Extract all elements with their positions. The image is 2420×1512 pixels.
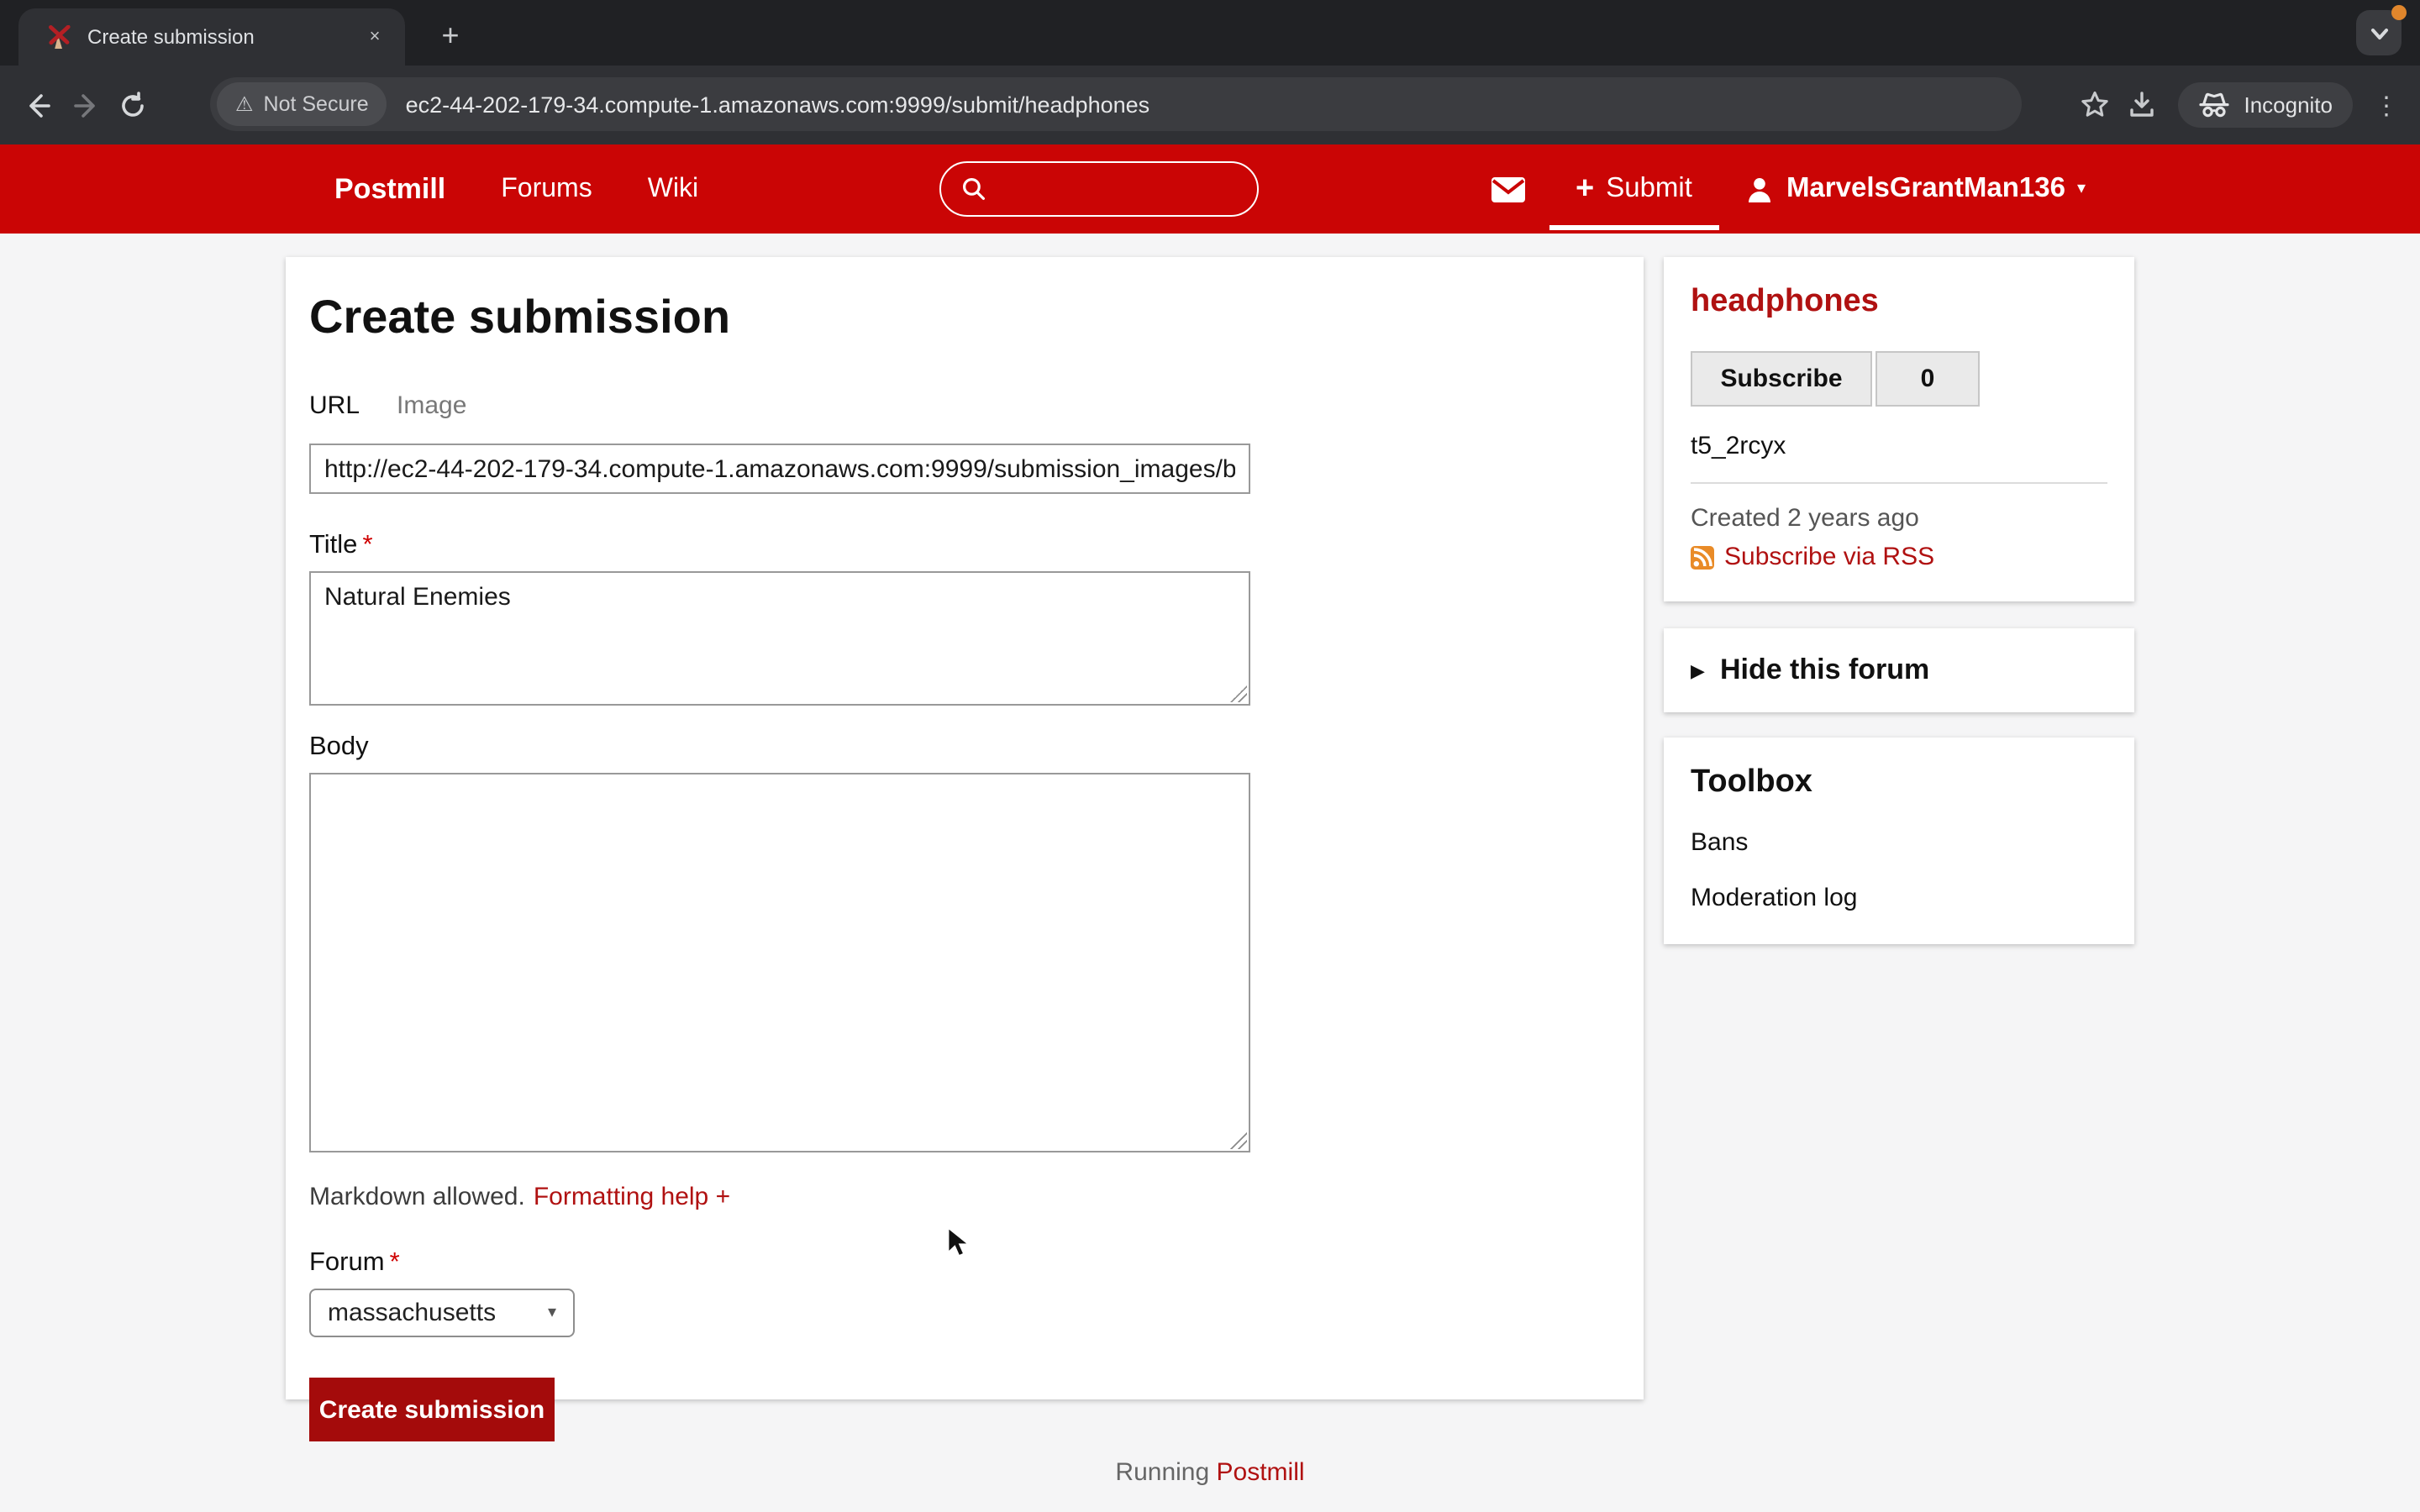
subscribe-button[interactable]: Subscribe: [1691, 351, 1872, 407]
rss-subscribe-link[interactable]: Subscribe via RSS: [1724, 543, 1934, 571]
subscribe-row: Subscribe 0: [1691, 351, 2107, 407]
plus-icon: +: [1576, 173, 1594, 205]
person-icon: [1746, 176, 1773, 202]
forum-id: t5_2rcyx: [1691, 432, 2107, 460]
incognito-icon: [2198, 92, 2230, 118]
page-content: Create submission URL Image Title* Natur…: [0, 234, 2420, 1512]
forum-created-text: Created 2 years ago: [1691, 504, 2107, 533]
nav-link-forums[interactable]: Forums: [501, 174, 592, 204]
active-tab-underline: [1549, 225, 1719, 230]
body-label: Body: [309, 732, 1620, 763]
search-input[interactable]: [997, 174, 1239, 204]
forum-info-card: headphones Subscribe 0 t5_2rcyx Created …: [1664, 257, 2134, 601]
site-navbar: Postmill Forums Wiki + Submit: [0, 144, 2420, 234]
toolbox-card: Toolbox Bans Moderation log: [1664, 738, 2134, 944]
tab-search-button[interactable]: [2356, 10, 2402, 55]
bookmark-star-icon[interactable]: [2070, 81, 2118, 129]
messages-envelope-icon[interactable]: [1490, 176, 1525, 202]
nav-submit[interactable]: + Submit: [1549, 144, 1719, 234]
footer-prefix: Running: [1115, 1458, 1209, 1487]
incognito-label: Incognito: [2244, 92, 2333, 118]
title-label: Title*: [309, 531, 1620, 561]
rss-icon: [1691, 545, 1714, 569]
nav-link-wiki[interactable]: Wiki: [648, 174, 698, 204]
notification-dot: [2391, 5, 2407, 20]
tab-title: Create submission: [87, 25, 361, 49]
download-icon[interactable]: [2118, 81, 2165, 129]
postmill-windmill-favicon-icon: [47, 24, 72, 50]
tab-close-icon[interactable]: ×: [361, 24, 388, 50]
create-submission-button[interactable]: Create submission: [309, 1378, 555, 1441]
forward-icon[interactable]: [62, 81, 109, 129]
tab-url[interactable]: URL: [309, 391, 360, 420]
url-text[interactable]: ec2-44-202-179-34.compute-1.amazonaws.co…: [406, 92, 1150, 117]
formatting-help-link[interactable]: Formatting help +: [534, 1183, 730, 1211]
forum-name-link[interactable]: headphones: [1691, 284, 2107, 321]
divider: [1691, 482, 2107, 484]
title-field-wrap: Natural Enemies: [309, 571, 1250, 706]
chevron-down-icon: [2365, 19, 2392, 46]
reload-icon[interactable]: [109, 81, 156, 129]
browser-toolbar: ⚠ Not Secure ec2-44-202-179-34.compute-1…: [0, 66, 2420, 144]
body-field-wrap: [309, 773, 1250, 1152]
caret-down-icon: ▾: [2077, 180, 2086, 198]
toolbox-item-bans[interactable]: Bans: [1691, 828, 2107, 857]
footer-postmill-link[interactable]: Postmill: [1217, 1458, 1305, 1487]
disclosure-triangle-icon: ▶: [1691, 659, 1705, 681]
subscriber-count: 0: [1876, 351, 1980, 407]
media-type-tabs: URL Image: [309, 391, 1620, 420]
security-label: Not Secure: [264, 92, 369, 116]
toolbox-item-moderation-log[interactable]: Moderation log: [1691, 884, 2107, 912]
url-bar[interactable]: ⚠ Not Secure ec2-44-202-179-34.compute-1…: [210, 77, 2022, 131]
brand-link[interactable]: Postmill: [334, 172, 445, 206]
page-title: Create submission: [309, 291, 1620, 344]
browser-tab-strip: Create submission × +: [0, 0, 2420, 66]
mouse-cursor: [946, 1226, 971, 1268]
resize-handle-icon[interactable]: [1230, 685, 1247, 702]
security-chip[interactable]: ⚠ Not Secure: [217, 82, 387, 126]
required-asterisk: *: [362, 531, 372, 559]
new-tab-icon[interactable]: +: [429, 13, 472, 57]
footer: Running Postmill: [0, 1458, 2420, 1487]
browser-menu-icon[interactable]: ⋮: [2366, 90, 2407, 120]
required-asterisk: *: [390, 1248, 400, 1277]
title-textarea[interactable]: Natural Enemies: [309, 571, 1250, 706]
toolbox-title: Toolbox: [1691, 764, 2107, 801]
screen: Create submission × + ⚠ Not Secure ec2-4…: [0, 0, 2420, 1512]
submit-label: Submit: [1606, 173, 1692, 205]
warning-icon: ⚠: [235, 92, 254, 116]
forum-select-value: massachusetts: [328, 1299, 548, 1327]
url-input[interactable]: [309, 444, 1250, 494]
body-textarea[interactable]: [309, 773, 1250, 1152]
incognito-badge: Incognito: [2178, 82, 2353, 128]
username: MarvelsGrantMan136: [1786, 173, 2065, 205]
navbar-right: + Submit MarvelsGrantMan136 ▾: [1490, 144, 2086, 234]
user-menu[interactable]: MarvelsGrantMan136 ▾: [1746, 173, 2086, 205]
site-search[interactable]: [939, 161, 1259, 217]
search-icon: [961, 176, 986, 202]
forum-select[interactable]: massachusetts ▾: [309, 1289, 575, 1337]
select-caret-icon: ▾: [548, 1304, 556, 1322]
browser-tab[interactable]: Create submission ×: [18, 8, 405, 66]
hide-forum-card[interactable]: ▶ Hide this forum: [1664, 628, 2134, 712]
toolbar-right-icons: Incognito ⋮: [2070, 66, 2407, 144]
resize-handle-icon[interactable]: [1230, 1132, 1247, 1149]
tab-image[interactable]: Image: [397, 391, 466, 420]
hide-forum-label: Hide this forum: [1720, 654, 1929, 687]
markdown-note: Markdown allowed.Formatting help +: [309, 1183, 1620, 1211]
back-icon[interactable]: [15, 81, 62, 129]
rss-row: Subscribe via RSS: [1691, 543, 2107, 571]
